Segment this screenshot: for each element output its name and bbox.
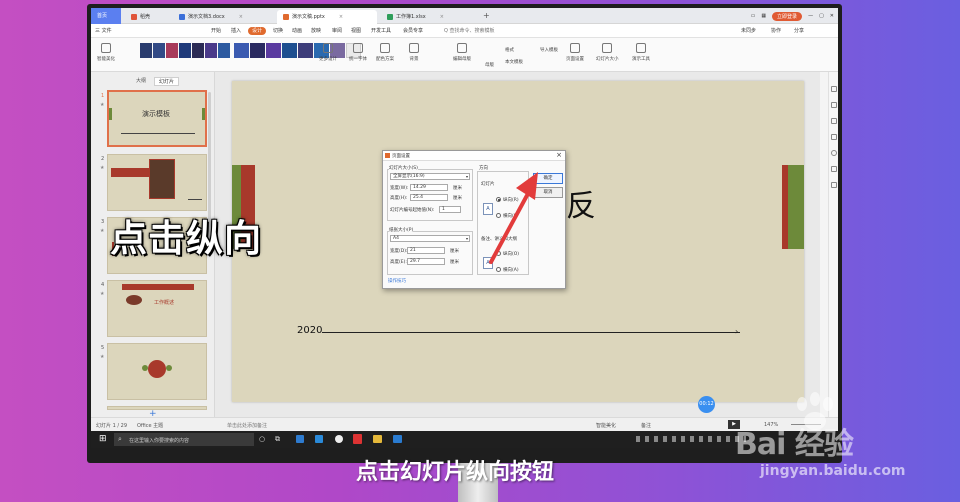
annotation-overlay: 点击纵向 [110,217,262,260]
watermark-logo: Bai 经验 [735,427,854,462]
caption-subtitle: 点击幻灯片纵向按钮 [356,460,555,485]
watermark-url: jingyan.baidu.com [760,463,906,479]
video-timer: 00:12 [698,396,715,413]
